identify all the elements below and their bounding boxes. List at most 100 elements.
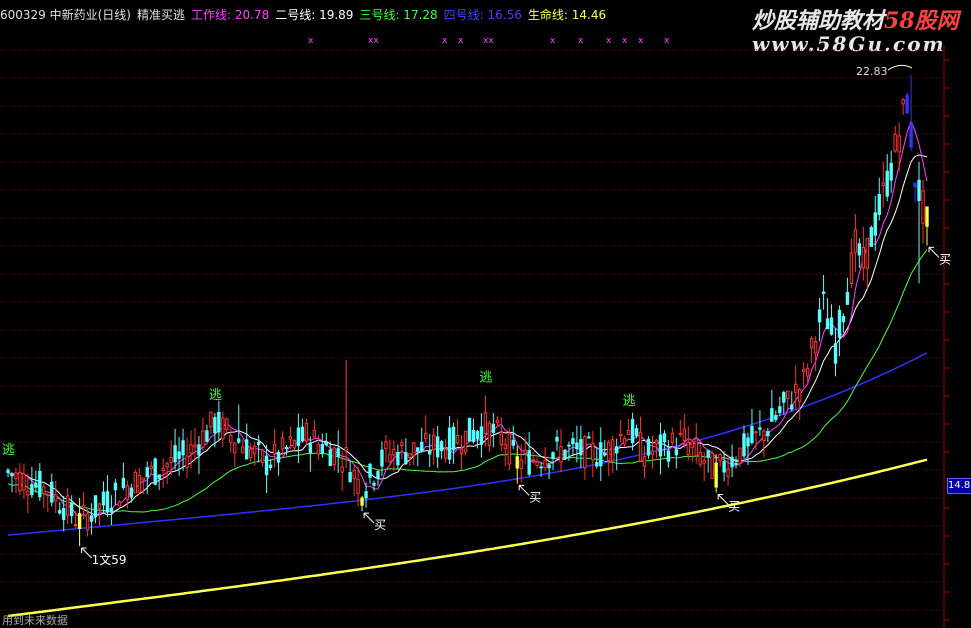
right-axis (943, 45, 950, 628)
candle-body (475, 431, 480, 440)
candle-body (324, 441, 328, 446)
candle-body (439, 441, 444, 452)
x-marker: x (638, 36, 644, 46)
candle-body (889, 162, 893, 181)
x-marker: x (458, 36, 464, 46)
candle-body (272, 443, 277, 455)
candle-body (344, 447, 348, 452)
candle-body (165, 463, 169, 468)
life-line (7, 458, 928, 618)
candle-body (93, 495, 98, 518)
candlestick-chart[interactable]: x xx x x xx x x x x x x 逃逃逃逃1文59买买买买22.83 (0, 0, 971, 628)
candle-body (205, 430, 209, 442)
candle-body (141, 477, 145, 481)
candle-body (431, 434, 436, 451)
candle-body (762, 430, 766, 442)
candle-body (372, 482, 376, 486)
candle-body (34, 482, 38, 488)
candle-body (495, 419, 500, 424)
candle-body (690, 441, 694, 448)
candle-body (630, 419, 635, 444)
candle-body (412, 442, 416, 457)
candle-body (674, 449, 679, 456)
candle-body (622, 437, 627, 445)
candle-body (535, 461, 539, 466)
candle-body (797, 388, 802, 403)
candle-body (786, 390, 790, 400)
candle-body (149, 465, 153, 470)
candle-body (646, 438, 651, 456)
candle-body (738, 447, 742, 464)
candle-body (332, 447, 336, 466)
candle-body (897, 135, 901, 153)
candle-body (670, 432, 675, 443)
candle-body (599, 442, 603, 467)
candle-body (742, 433, 746, 457)
candle-body (145, 467, 149, 478)
candle-body (726, 468, 730, 477)
candle-body (893, 133, 897, 152)
candle-body (746, 437, 750, 447)
candle-body (404, 452, 408, 465)
candle-body (312, 430, 317, 438)
x-marker: x (550, 36, 556, 46)
candle-body (360, 497, 364, 506)
candle-body (782, 392, 786, 403)
candle-body (6, 469, 10, 473)
candle-body (292, 440, 297, 449)
current-price-tag: 14.8 (947, 478, 971, 494)
candle-body (531, 459, 535, 462)
candle-body (113, 482, 118, 491)
candle-body (925, 206, 929, 227)
buy-signal: 1文59 (92, 552, 127, 567)
candle-body (54, 494, 58, 502)
candle-body (825, 318, 830, 330)
candle-body (809, 338, 814, 349)
candle-body (408, 453, 412, 458)
candle-body (614, 446, 619, 454)
candle-body (133, 471, 138, 494)
candle-body (837, 309, 842, 338)
candle-body (583, 436, 587, 469)
candle-body (252, 445, 257, 455)
candle-body (420, 441, 424, 452)
candle-body (105, 491, 110, 513)
candle-body (527, 450, 531, 475)
buy-arrow (928, 246, 940, 258)
candle-body (81, 505, 86, 509)
candle-body (845, 292, 850, 305)
candle-body (563, 449, 567, 459)
candle-body (770, 408, 774, 422)
candle-body (567, 444, 571, 447)
candle-body (260, 449, 265, 464)
candle-body (642, 456, 647, 467)
candle-body (428, 450, 432, 455)
candle-body (451, 426, 456, 451)
candle-body (662, 433, 667, 443)
candle-body (153, 458, 157, 485)
candle-body (435, 436, 440, 458)
candle-body (702, 460, 706, 464)
candle-body (384, 441, 388, 450)
candle-body (443, 448, 448, 459)
candle-body (447, 427, 452, 460)
x-marker: xx (483, 36, 494, 46)
candle-body (917, 179, 921, 202)
candle-body (284, 447, 289, 450)
candle-body (817, 309, 822, 323)
candle-body (658, 434, 663, 457)
candle-body (543, 459, 547, 469)
candle-body (336, 448, 340, 457)
candle-body (559, 446, 563, 463)
candle-body (237, 438, 241, 443)
candle-body (22, 473, 26, 491)
candle-body (225, 418, 229, 430)
candle-body (666, 450, 671, 462)
candle-body (603, 452, 607, 456)
candle-body (177, 451, 181, 459)
x-marker: x (578, 36, 584, 46)
candle-body (340, 466, 344, 473)
candle-body (694, 438, 698, 457)
candle-body (618, 433, 623, 437)
candle-body (710, 452, 714, 479)
